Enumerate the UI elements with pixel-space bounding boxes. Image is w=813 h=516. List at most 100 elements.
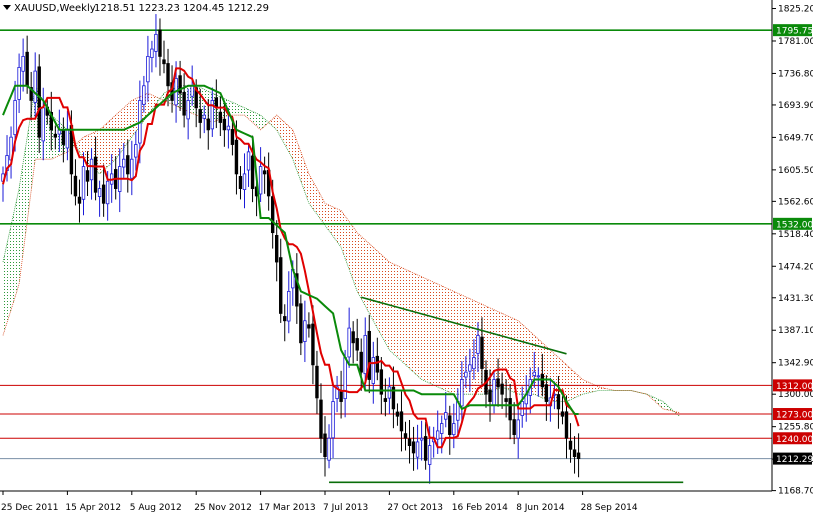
candle-body — [387, 386, 392, 399]
candle-body — [423, 436, 428, 461]
candle-body — [81, 166, 86, 200]
candle-body — [560, 411, 565, 417]
y-tick-label: 1168.70 — [778, 487, 813, 497]
candle-body — [327, 437, 331, 461]
price-chart[interactable]: 1825.20 1781.00 1736.80 1693.90 1649.70 1605.… — [0, 0, 813, 516]
price-tag-label: 1240.00 — [776, 435, 813, 445]
candle-body — [130, 158, 134, 179]
candle-body — [37, 66, 41, 138]
candle-body — [142, 85, 146, 105]
candle-body — [472, 357, 476, 370]
candle-body — [440, 423, 444, 434]
y-tick-label: 1605.50 — [778, 166, 813, 176]
candle-body — [105, 180, 110, 205]
price-tag-1532.00[interactable]: 1532.00 — [773, 217, 813, 231]
x-tick-label: 7 Jul 2013 — [323, 503, 368, 513]
chart-header: XAUUSD,Weekly 1218.51 1223.23 1204.45 12… — [3, 3, 269, 14]
x-tick-label: 16 Feb 2014 — [452, 503, 508, 513]
candle-body — [351, 331, 355, 344]
candle-body — [101, 184, 106, 204]
x-tick-label: 5 Aug 2012 — [130, 503, 182, 513]
candle-body — [134, 144, 138, 158]
candle-body — [315, 365, 319, 399]
y-tick-label: 1736.80 — [778, 69, 813, 79]
candle-body — [41, 107, 45, 142]
candle-body — [283, 316, 287, 322]
candle-body — [464, 371, 468, 378]
candle-body — [419, 437, 424, 441]
candle-body — [222, 118, 227, 131]
candle-body — [250, 155, 255, 189]
candle-body — [407, 438, 412, 446]
symbol-label: XAUUSD,Weekly — [14, 3, 96, 14]
candle-body — [564, 411, 569, 439]
candle-body — [319, 399, 323, 439]
candle-body — [363, 335, 367, 375]
candle-body — [427, 445, 432, 465]
candle-body — [25, 51, 29, 87]
candle-body — [544, 384, 549, 402]
candle-body — [399, 411, 404, 432]
x-tick-label: 25 Dec 2011 — [1, 503, 59, 513]
candle-body — [299, 303, 303, 344]
candle-body — [258, 166, 263, 195]
chart-window: 1825.20 1781.00 1736.80 1693.90 1649.70 1605.… — [0, 0, 813, 516]
x-tick-label: 28 Sep 2014 — [581, 503, 638, 513]
candle-body — [33, 70, 37, 103]
y-tick-label: 1255.80 — [778, 423, 813, 433]
candle-body — [339, 390, 343, 402]
price-tag-1312.00[interactable]: 1312.00 — [773, 379, 813, 392]
candle-body — [460, 379, 464, 407]
price-tag-1273.00[interactable]: 1273.00 — [773, 408, 813, 421]
candle-body — [186, 100, 190, 120]
candle-body — [331, 401, 335, 439]
candle-body — [53, 133, 58, 138]
price-tag-label: 1312.00 — [776, 382, 813, 392]
candle-body — [435, 430, 440, 440]
candle-body — [303, 320, 307, 342]
candle-body — [556, 394, 561, 410]
price-tag-1212.29[interactable]: 1212.29 — [773, 452, 813, 466]
candle-body — [73, 175, 78, 197]
candle-body — [540, 374, 545, 388]
x-tick-label: 8 Jun 2014 — [516, 503, 565, 513]
y-tick-label: 1693.90 — [778, 101, 813, 111]
candle-body — [13, 100, 17, 136]
candle-body — [218, 111, 223, 123]
candle-body — [504, 398, 508, 402]
candle-body — [262, 170, 267, 175]
candle-body — [468, 364, 472, 372]
candle-body — [500, 383, 504, 395]
candle-body — [234, 139, 239, 175]
candle-body — [444, 412, 448, 420]
candle-body — [146, 56, 150, 83]
candle-body — [65, 129, 70, 149]
candle-body — [492, 379, 496, 406]
candle-body — [182, 91, 186, 116]
candle-body — [162, 59, 166, 65]
y-tick-label: 1562.60 — [778, 197, 813, 207]
candle-body — [415, 441, 420, 458]
candle-body — [480, 336, 484, 369]
candle-body — [347, 327, 351, 358]
candle-body — [568, 440, 573, 450]
y-tick-label: 1649.70 — [778, 133, 813, 143]
y-tick-label: 1781.00 — [778, 37, 813, 47]
y-tick-label: 1387.10 — [778, 326, 813, 336]
candle-body — [448, 415, 452, 435]
candle-body — [576, 452, 581, 460]
candle-body — [77, 196, 82, 204]
candle-body — [85, 170, 90, 182]
candle-body — [154, 33, 158, 52]
price-tag-1240.00[interactable]: 1240.00 — [773, 432, 813, 445]
candle-body — [150, 48, 154, 59]
price-tag-label: 1795.75 — [776, 27, 813, 37]
candle-body — [403, 433, 408, 439]
price-tag-label: 1212.29 — [776, 455, 813, 465]
candle-body — [532, 371, 536, 376]
price-tag-1795.75[interactable]: 1795.75 — [773, 24, 813, 37]
y-tick-label: 1518.40 — [778, 230, 813, 240]
candle-body — [61, 129, 66, 145]
candle-body — [158, 29, 162, 57]
candle-body — [411, 441, 416, 454]
